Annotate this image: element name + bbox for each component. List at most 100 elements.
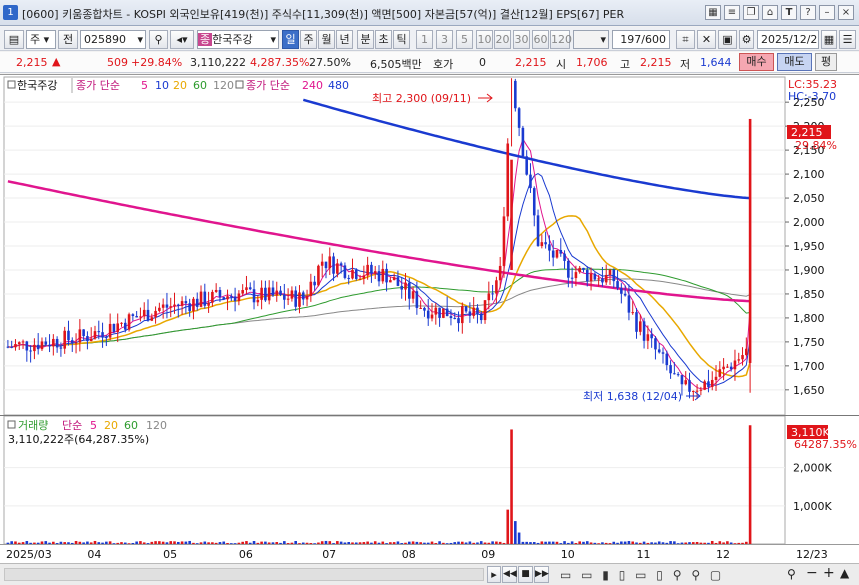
drawing-tools[interactable]: ▭ ▭ ▮ ▯ ▭ ▯ ⚲ ⚲ ▢ — [560, 568, 780, 582]
lock-icon[interactable]: ⌂ — [762, 5, 778, 20]
interval-1[interactable]: 1 — [416, 30, 433, 49]
volume-bar — [101, 542, 104, 544]
chart-type-icon[interactable]: ⌗ — [676, 30, 695, 49]
volume-bar — [521, 541, 525, 544]
tab-month[interactable]: 월 — [318, 30, 335, 49]
candle-body — [445, 308, 449, 317]
stock-code-input[interactable]: 025890 ▾ — [80, 30, 146, 49]
volume-bar — [188, 540, 191, 544]
speaker-icon[interactable]: ◂▾ — [170, 30, 194, 49]
stop-icon[interactable]: ■ — [518, 566, 533, 583]
volume-bar — [343, 542, 347, 544]
candle-body — [195, 298, 199, 307]
zoom-search-icon[interactable]: ⚲ — [787, 567, 803, 581]
volume-bar — [245, 541, 248, 544]
volume-bar — [718, 541, 722, 544]
candle-body — [233, 296, 237, 302]
scroll-right-icon[interactable]: ▸ — [487, 566, 501, 583]
interval-3[interactable]: 3 — [436, 30, 453, 49]
period-type-select[interactable]: 주 ▾ — [26, 30, 56, 49]
minimize-icon[interactable]: – — [819, 5, 835, 20]
tab-week[interactable]: 주 — [300, 30, 317, 49]
volume-bar — [551, 541, 555, 544]
text-icon[interactable]: T — [781, 5, 797, 20]
save-icon[interactable]: ▣ — [718, 30, 737, 49]
interval-120[interactable]: 120 — [550, 30, 572, 49]
restore-icon[interactable]: ❐ — [743, 5, 759, 20]
volume-bar — [177, 541, 180, 544]
crosshair-icon[interactable]: ✕ — [697, 30, 716, 49]
candle-body — [741, 355, 744, 360]
zoom-out-icon[interactable]: − — [806, 565, 822, 581]
volume-ma5: 5 — [90, 419, 97, 432]
volume-bar — [661, 542, 665, 544]
play-back-icon[interactable]: ◀◀ — [502, 566, 517, 583]
tab-tick[interactable]: 틱 — [393, 30, 410, 49]
tab-second[interactable]: 초 — [375, 30, 392, 49]
settings-icon[interactable]: ⚙ — [739, 30, 754, 49]
interval-30[interactable]: 30 — [513, 30, 530, 49]
x-axis-label: 2025/03 — [6, 548, 52, 561]
candle-body — [638, 321, 642, 332]
candle-body — [517, 108, 521, 128]
volume-bar — [89, 542, 93, 544]
candle-body — [207, 302, 210, 306]
volume-bar — [226, 542, 229, 544]
menu-icon[interactable]: ≡ — [724, 5, 740, 20]
interval-60[interactable]: 60 — [532, 30, 549, 49]
candle-body — [101, 332, 104, 338]
candle-body — [105, 337, 108, 339]
chart-area[interactable]: 2,2502,2002,1502,1002,0502,0001,9501,900… — [0, 74, 859, 563]
candle-body — [476, 307, 479, 314]
interval-10[interactable]: 10 — [476, 30, 493, 49]
interval-20[interactable]: 20 — [494, 30, 511, 49]
layout-icon[interactable]: ▤ — [4, 30, 24, 49]
volume-bar — [707, 542, 710, 544]
interval-5[interactable]: 5 — [456, 30, 473, 49]
date-input[interactable]: 2025/12/23 — [757, 30, 819, 49]
candle-body — [256, 299, 260, 303]
play-forward-icon[interactable]: ▶▶ — [534, 566, 549, 583]
candle-body — [472, 307, 475, 316]
list-icon[interactable]: ☰ — [839, 30, 856, 49]
volume-bar — [36, 542, 40, 544]
candle-body — [55, 338, 59, 348]
flat-button[interactable]: 평 — [815, 53, 837, 71]
sell-button[interactable]: 매도 — [777, 53, 812, 71]
volume-bar — [108, 541, 112, 544]
stock-name-field[interactable]: 종 한국주강 ▾ — [197, 30, 279, 49]
chart-svg[interactable]: 2,2502,2002,1502,1002,0502,0001,9501,900… — [0, 75, 859, 563]
volume-bar — [286, 543, 290, 544]
tab-minute[interactable]: 분 — [357, 30, 374, 49]
close-icon[interactable]: × — [838, 5, 854, 20]
candle-body — [161, 304, 165, 308]
volume-bar — [233, 543, 237, 544]
help-icon[interactable]: ? — [800, 5, 816, 20]
zoom-in-icon[interactable]: + — [823, 565, 839, 581]
volume-title: 거래량 — [18, 419, 48, 432]
calendar-icon[interactable]: ▦ — [821, 30, 837, 49]
open-label: 시 — [556, 58, 567, 71]
search-icon[interactable]: ⚲ — [149, 30, 168, 49]
tab-day[interactable]: 일 — [282, 30, 299, 49]
x-axis-label: 07 — [322, 548, 336, 561]
volume-bar — [354, 542, 358, 544]
grid-icon[interactable]: ▦ — [705, 5, 721, 20]
volume-bar — [301, 542, 305, 544]
fit-icon[interactable]: ▲ — [840, 566, 856, 580]
tab-year[interactable]: 년 — [336, 30, 353, 49]
candle-body — [733, 360, 737, 370]
candle-body — [631, 312, 635, 314]
count-display[interactable]: 197/600 — [612, 30, 670, 49]
buy-button[interactable]: 매수 — [739, 53, 774, 71]
custom-interval-select[interactable]: ▾ — [573, 30, 609, 49]
scroll-track[interactable] — [4, 568, 484, 581]
volume-bar — [93, 540, 97, 544]
volume-bar — [139, 541, 142, 544]
volume-bar — [585, 541, 589, 544]
candle-body — [328, 256, 332, 269]
volume-bar — [741, 542, 744, 544]
jeon-button[interactable]: 전 — [58, 30, 78, 49]
candle-body — [635, 312, 638, 332]
volume-bar — [48, 542, 51, 544]
